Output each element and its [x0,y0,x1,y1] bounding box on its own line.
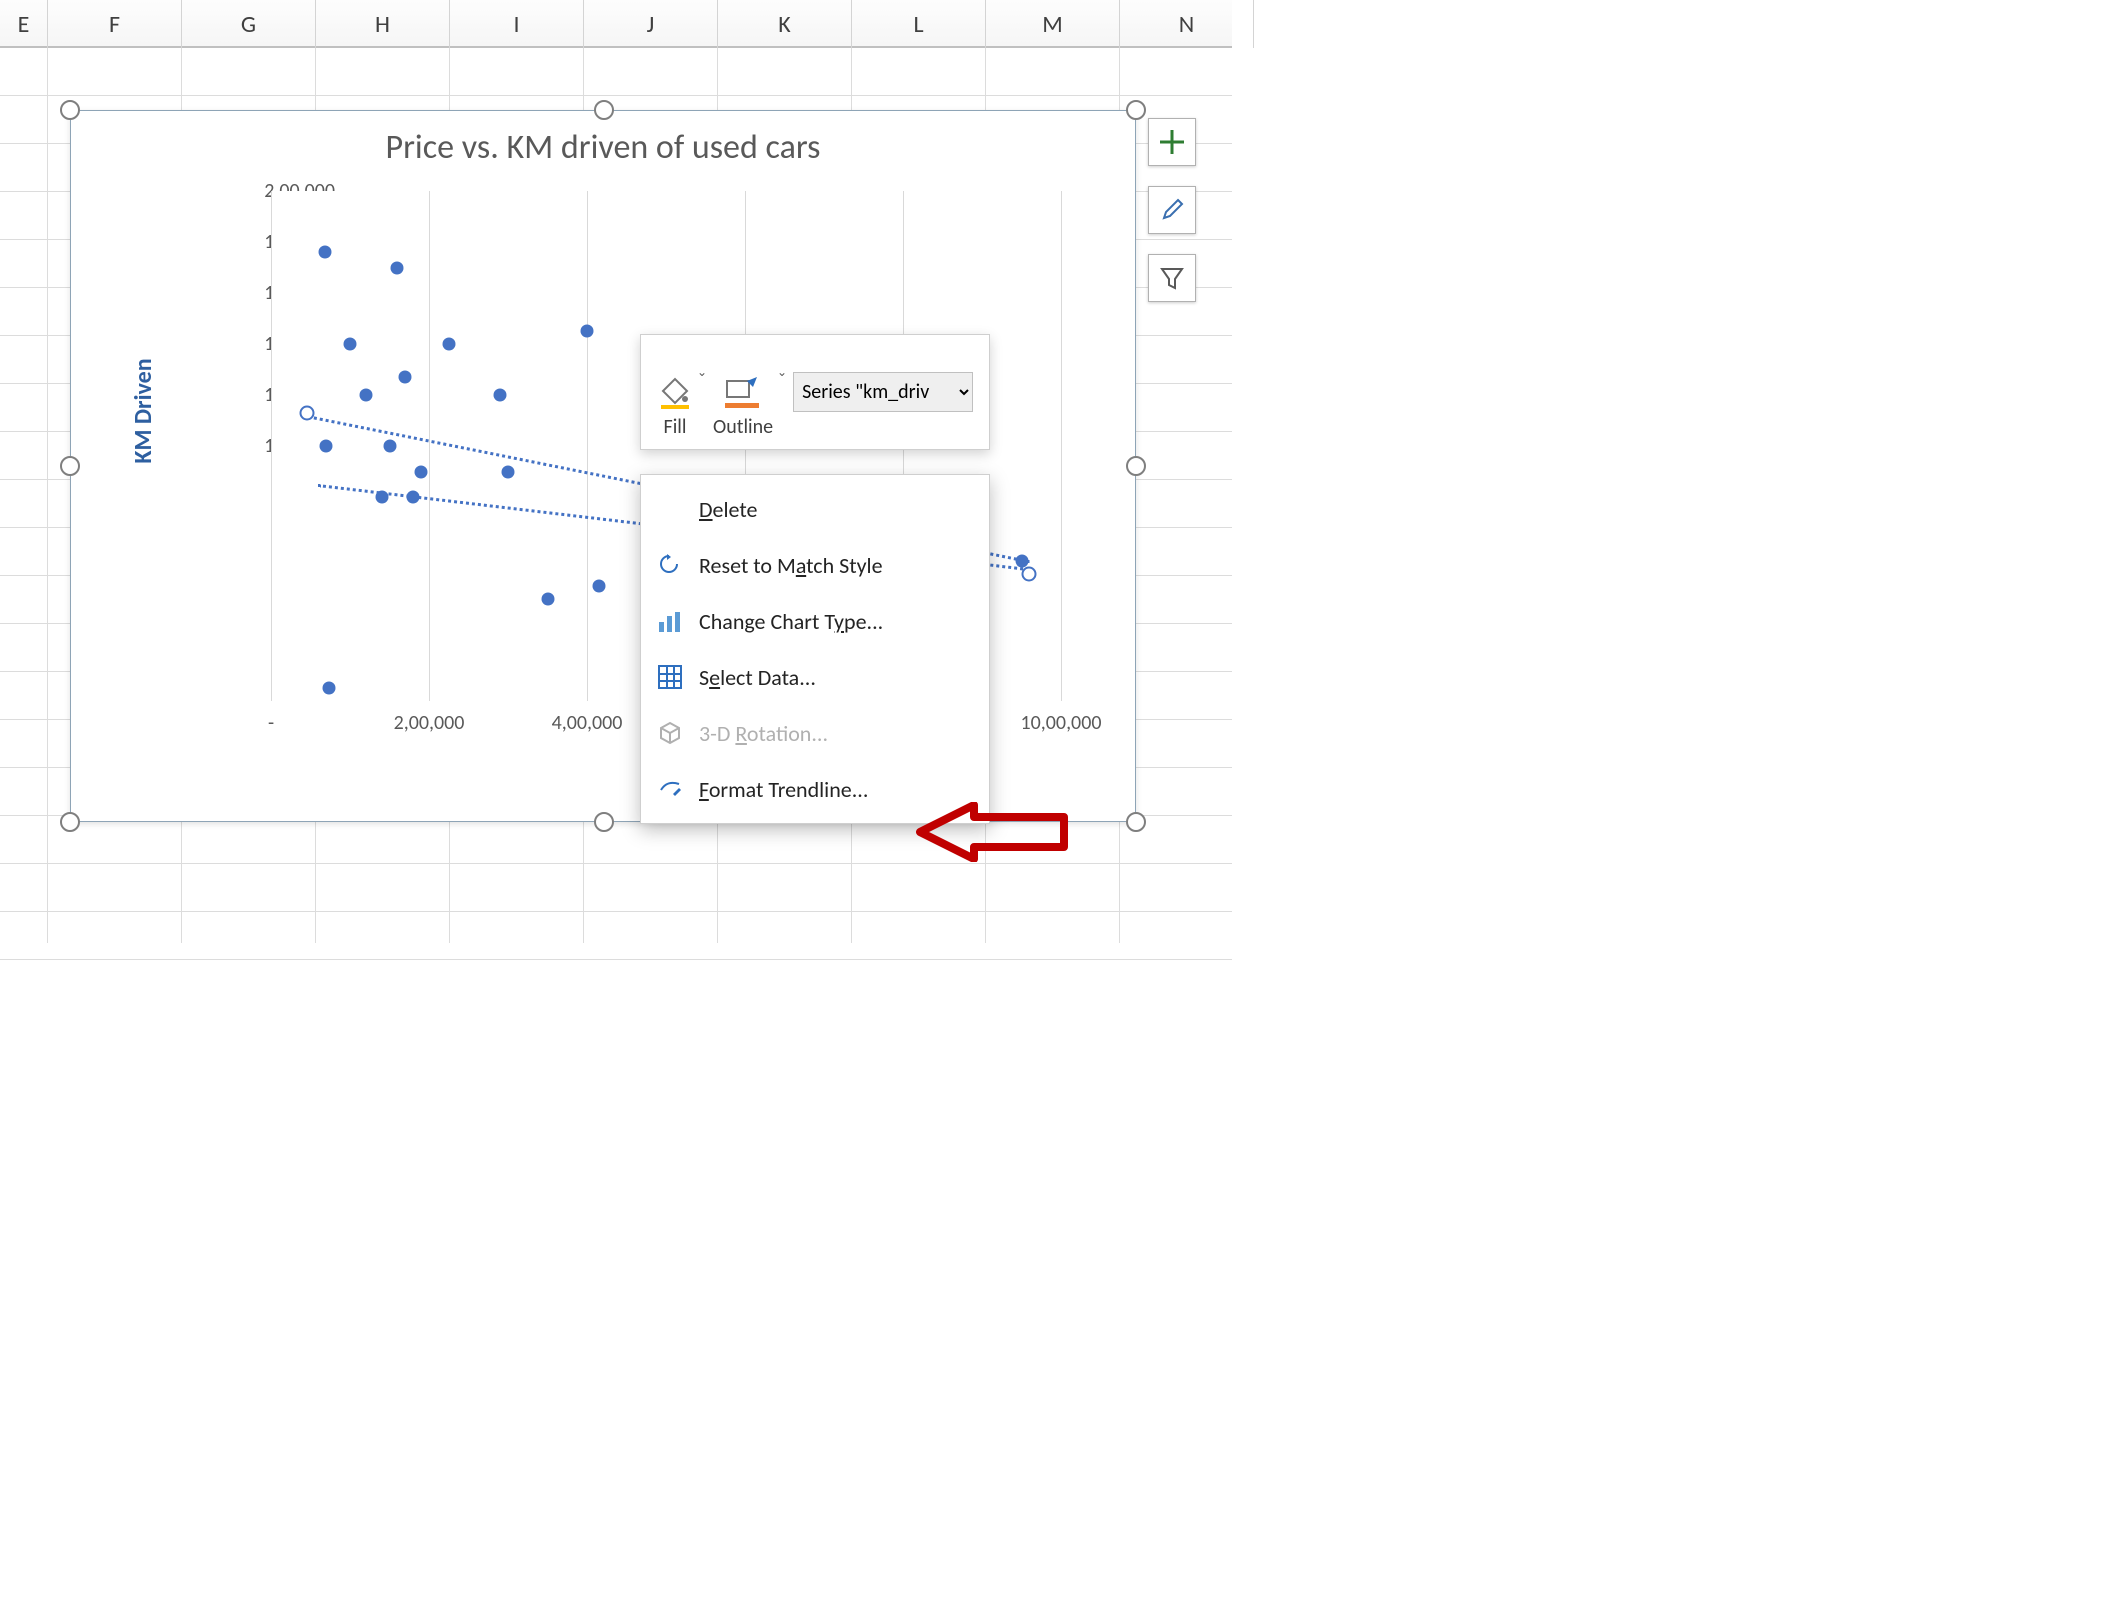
data-point[interactable] [1015,554,1028,567]
chart-elements-button[interactable] [1148,118,1196,166]
data-point[interactable] [359,389,372,402]
col-header-G[interactable]: G [182,0,316,48]
x-tick-label: 4,00,000 [552,711,623,735]
gridline [429,191,430,701]
resize-handle-s[interactable] [594,812,614,832]
y-axis-title[interactable]: KM Driven [129,358,158,463]
fill-dropdown[interactable]: ⌄ Fill [647,341,703,443]
resize-handle-nw[interactable] [60,100,80,120]
chart-filter-button[interactable] [1148,254,1196,302]
data-point[interactable] [299,405,314,420]
resize-handle-n[interactable] [594,100,614,120]
col-header-K[interactable]: K [718,0,852,48]
column-header-row: E F G H I J K L M N [0,0,1232,48]
data-point[interactable] [502,465,515,478]
col-header-N[interactable]: N [1120,0,1254,48]
resize-handle-ne[interactable] [1126,100,1146,120]
chart-title[interactable]: Price vs. KM driven of used cars [71,127,1135,168]
cube-icon [655,718,685,748]
col-header-I[interactable]: I [450,0,584,48]
col-header-J[interactable]: J [584,0,718,48]
data-point[interactable] [581,325,594,338]
gridline [1061,191,1062,701]
menu-label: Reset to Match Style [699,552,883,579]
data-point[interactable] [399,371,412,384]
series-select-control[interactable]: Series "km_driv [793,372,973,412]
data-point[interactable] [592,580,605,593]
outline-pen-icon [723,375,763,409]
data-point[interactable] [391,261,404,274]
menu-label: Format Trendline... [699,776,868,803]
x-tick-label: - [268,711,274,735]
data-point[interactable] [318,246,331,259]
data-point[interactable] [541,593,554,606]
brush-icon [1158,196,1186,224]
data-point[interactable] [375,491,388,504]
grid-row [0,48,1232,96]
data-point[interactable] [494,389,507,402]
data-point[interactable] [320,440,333,453]
chart-styles-button[interactable] [1148,186,1196,234]
data-point[interactable] [383,440,396,453]
col-header-M[interactable]: M [986,0,1120,48]
menu-3d-rotation: 3-D Rotation... [641,705,989,761]
fill-label: Fill [664,415,687,439]
reset-icon [655,550,685,580]
data-point[interactable] [407,491,420,504]
menu-reset-style[interactable]: Reset to Match Style [641,537,989,593]
menu-change-chart-type[interactable]: Change Chart Type... [641,593,989,649]
grid-row [0,816,1232,864]
menu-select-data[interactable]: Select Data... [641,649,989,705]
context-menu: Delete Reset to Match Style Change Chart… [640,474,990,824]
plus-icon [1158,128,1186,156]
grid-col [47,48,48,943]
outline-label: Outline [713,415,773,439]
funnel-icon [1158,264,1186,292]
x-tick-label: 2,00,000 [394,711,465,735]
grid-row [0,912,1232,960]
gridline [271,191,272,701]
format-icon [655,774,685,804]
col-header-H[interactable]: H [316,0,450,48]
menu-label: 3-D Rotation... [699,720,828,747]
data-point[interactable] [415,465,428,478]
resize-handle-w[interactable] [60,456,80,476]
table-icon [655,662,685,692]
menu-label: Change Chart Type... [699,608,883,635]
resize-handle-e[interactable] [1126,456,1146,476]
col-header-E[interactable]: E [0,0,48,48]
series-selector[interactable]: Series "km_driv [783,341,983,443]
data-point[interactable] [442,338,455,351]
bar-chart-icon [655,606,685,636]
resize-handle-se[interactable] [1126,812,1146,832]
data-point[interactable] [323,682,336,695]
fill-bucket-icon [657,375,693,409]
outline-dropdown[interactable]: ⌄ Outline [703,341,783,443]
blank-icon [655,494,685,524]
col-header-L[interactable]: L [852,0,986,48]
x-tick-label: 10,00,000 [1021,711,1102,735]
menu-label: Select Data... [699,664,816,691]
mini-toolbar: ⌄ Fill ⌄ Outline Series "km_driv [640,334,990,450]
data-point[interactable] [1022,566,1037,581]
resize-handle-sw[interactable] [60,812,80,832]
col-header-F[interactable]: F [48,0,182,48]
gridline [587,191,588,701]
menu-label: Delete [699,496,757,523]
menu-delete[interactable]: Delete [641,481,989,537]
menu-format-trendline[interactable]: Format Trendline... [641,761,989,817]
grid-row [0,864,1232,912]
data-point[interactable] [344,338,357,351]
